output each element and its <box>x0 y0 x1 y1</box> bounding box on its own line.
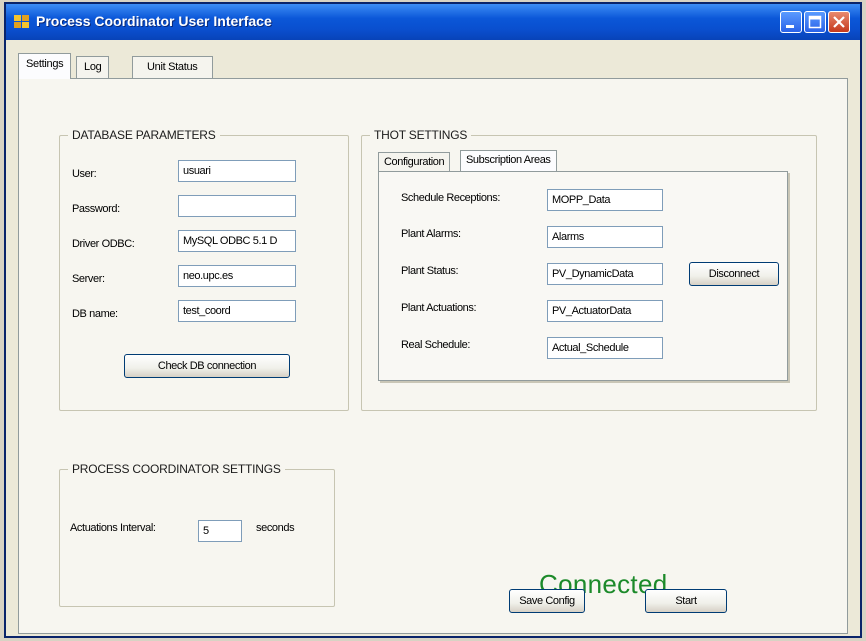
driver-odbc-input[interactable]: MySQL ODBC 5.1 D <box>178 230 296 252</box>
start-button[interactable]: Start <box>645 589 727 613</box>
actuations-interval-input[interactable]: 5 <box>198 520 242 542</box>
close-icon <box>833 16 845 28</box>
window-title: Process Coordinator User Interface <box>36 13 272 29</box>
server-label: Server: <box>72 273 105 285</box>
tab-settings[interactable]: Settings <box>18 53 72 79</box>
seconds-label: seconds <box>256 522 295 534</box>
minimize-button[interactable] <box>780 11 802 33</box>
user-input[interactable]: usuari <box>178 160 296 182</box>
real-schedule-input[interactable]: Actual_Schedule <box>547 337 663 359</box>
plant-status-input[interactable]: PV_DynamicData <box>547 263 663 285</box>
client-area: Settings Log Unit Status DATABASE PARAME… <box>6 40 860 636</box>
save-config-button[interactable]: Save Config <box>509 589 585 613</box>
check-db-connection-button[interactable]: Check DB connection <box>124 354 290 378</box>
db-name-label: DB name: <box>72 308 118 320</box>
tab-log[interactable]: Log <box>76 56 110 78</box>
app-window: Process Coordinator User Interface Setti… <box>4 2 862 638</box>
subtab-configuration[interactable]: Configuration <box>378 152 451 172</box>
close-button[interactable] <box>828 11 850 33</box>
subtab-subscription-areas[interactable]: Subscription Areas <box>460 150 557 172</box>
minimize-icon <box>786 25 794 28</box>
process-coordinator-settings-group: PROCESS COORDINATOR SETTINGS Actuations … <box>59 462 335 607</box>
tab-unit-status[interactable]: Unit Status <box>132 56 213 78</box>
disconnect-button[interactable]: Disconnect <box>689 262 779 286</box>
schedule-receptions-label: Schedule Receptions: <box>401 192 501 204</box>
maximize-button[interactable] <box>804 11 826 33</box>
schedule-receptions-input[interactable]: MOPP_Data <box>547 189 663 211</box>
title-bar[interactable]: Process Coordinator User Interface <box>6 4 860 40</box>
plant-alarms-input[interactable]: Alarms <box>547 226 663 248</box>
process-coordinator-settings-legend: PROCESS COORDINATOR SETTINGS <box>68 462 285 476</box>
thot-subtabs: Configuration Subscription Areas Schedul… <box>378 150 788 381</box>
plant-actuations-input[interactable]: PV_ActuatorData <box>547 300 663 322</box>
password-input[interactable] <box>178 195 296 217</box>
database-parameters-group: DATABASE PARAMETERS User: usuari Passwor… <box>59 128 349 411</box>
maximize-icon <box>808 15 822 29</box>
user-label: User: <box>72 168 97 180</box>
thot-settings-group: THOT SETTINGS Configuration Subscription… <box>361 128 817 411</box>
plant-status-label: Plant Status: <box>401 265 459 277</box>
actuations-interval-label: Actuations Interval: <box>70 522 156 534</box>
real-schedule-label: Real Schedule: <box>401 339 471 351</box>
plant-alarms-label: Plant Alarms: <box>401 228 461 240</box>
password-label: Password: <box>72 203 120 215</box>
thot-settings-legend: THOT SETTINGS <box>370 128 472 142</box>
db-name-input[interactable]: test_coord <box>178 300 296 322</box>
plant-actuations-label: Plant Actuations: <box>401 302 477 314</box>
database-parameters-legend: DATABASE PARAMETERS <box>68 128 220 142</box>
driver-odbc-label: Driver ODBC: <box>72 238 135 250</box>
app-icon <box>14 15 29 28</box>
server-input[interactable]: neo.upc.es <box>178 265 296 287</box>
subscription-areas-panel: Schedule Receptions: MOPP_Data Plant Ala… <box>378 171 788 381</box>
settings-panel: DATABASE PARAMETERS User: usuari Passwor… <box>18 78 848 634</box>
